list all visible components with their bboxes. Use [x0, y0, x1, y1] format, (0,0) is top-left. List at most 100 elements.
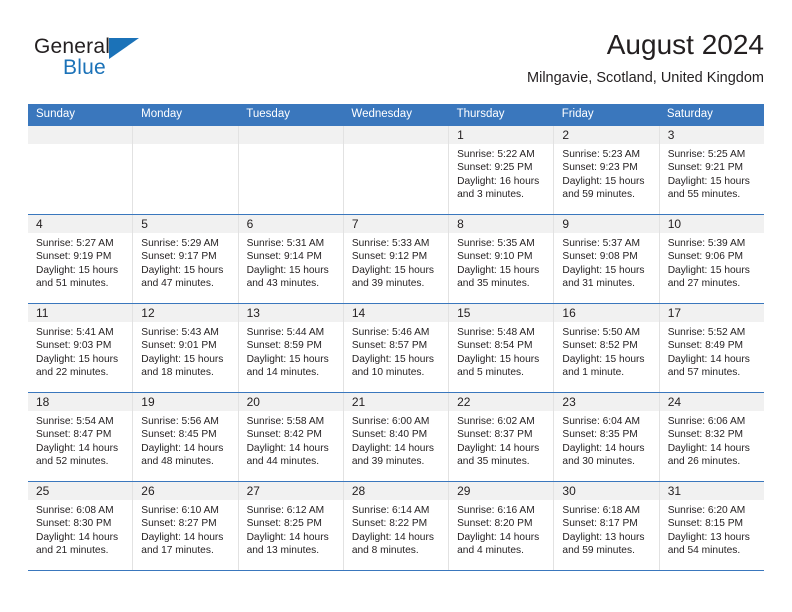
day-number: 10 — [667, 217, 682, 231]
sunrise-line: Sunrise: 5:31 AM — [246, 238, 325, 249]
day-number-band — [238, 126, 343, 144]
day-cell[interactable]: 16 Sunrise: 5:50 AM Sunset: 8:52 PM Dayl… — [554, 304, 660, 392]
day-number-band: 14 — [343, 304, 449, 322]
daylight-line-1: Daylight: 15 hours — [667, 264, 750, 276]
day-number: 23 — [562, 395, 576, 409]
day-number-band: 10 — [659, 215, 764, 233]
general-blue-logo[interactable]: General Blue — [34, 35, 214, 91]
day-cell[interactable]: 17 Sunrise: 5:52 AM Sunset: 8:49 PM Dayl… — [659, 304, 764, 392]
daylight-line-2: and 5 minutes. — [457, 367, 524, 379]
day-cell[interactable]: 11 Sunrise: 5:41 AM Sunset: 9:03 PM Dayl… — [28, 304, 134, 392]
day-number: 7 — [351, 217, 359, 231]
day-cell[interactable]: 31 Sunrise: 6:20 AM Sunset: 8:15 PM Dayl… — [659, 482, 764, 570]
sunrise-line: Sunrise: 5:43 AM — [141, 327, 219, 338]
day-details: Sunrise: 5:27 AM Sunset: 9:19 PM Dayligh… — [28, 233, 132, 291]
page-title: August 2024 — [606, 29, 764, 60]
day-number: 2 — [562, 128, 570, 142]
day-cell[interactable]: 13 Sunrise: 5:44 AM Sunset: 8:59 PM Dayl… — [238, 304, 344, 392]
sunset-line: Sunset: 8:42 PM — [246, 429, 322, 441]
day-details: Sunrise: 6:08 AM Sunset: 8:30 PM Dayligh… — [28, 500, 132, 558]
day-details: Sunrise: 5:54 AM Sunset: 8:47 PM Dayligh… — [28, 411, 132, 469]
day-cell[interactable] — [133, 126, 239, 214]
day-cell[interactable] — [343, 126, 450, 214]
day-cell[interactable]: 10 Sunrise: 5:39 AM Sunset: 9:06 PM Dayl… — [659, 215, 764, 303]
daylight-line-2: and 13 minutes. — [246, 545, 320, 557]
day-cell[interactable]: 2 Sunrise: 5:23 AM Sunset: 9:23 PM Dayli… — [554, 126, 660, 214]
day-number-band: 20 — [238, 393, 343, 411]
day-details: Sunrise: 5:37 AM Sunset: 9:08 PM Dayligh… — [554, 233, 658, 291]
daylight-line-1: Daylight: 15 hours — [351, 264, 434, 276]
daylight-line-2: and 27 minutes. — [667, 278, 741, 290]
logo-triangle-icon — [109, 38, 139, 59]
daylight-line-1: Daylight: 14 hours — [36, 531, 119, 543]
sunset-line: Sunset: 8:37 PM — [457, 429, 533, 441]
day-cell[interactable]: 28 Sunrise: 6:14 AM Sunset: 8:22 PM Dayl… — [343, 482, 450, 570]
day-cell[interactable]: 23 Sunrise: 6:04 AM Sunset: 8:35 PM Dayl… — [554, 393, 660, 481]
day-number: 31 — [667, 484, 682, 498]
daylight-line-1: Daylight: 14 hours — [457, 531, 540, 543]
sunrise-line: Sunrise: 5:23 AM — [562, 149, 640, 160]
sunset-line: Sunset: 9:19 PM — [36, 251, 112, 263]
daylight-line-1: Daylight: 13 hours — [667, 531, 750, 543]
sunset-line: Sunset: 9:03 PM — [36, 340, 112, 352]
day-details: Sunrise: 5:46 AM Sunset: 8:57 PM Dayligh… — [344, 322, 448, 380]
day-cell[interactable]: 8 Sunrise: 5:35 AM Sunset: 9:10 PM Dayli… — [449, 215, 555, 303]
day-cell[interactable]: 19 Sunrise: 5:56 AM Sunset: 8:45 PM Dayl… — [133, 393, 239, 481]
day-cell[interactable]: 25 Sunrise: 6:08 AM Sunset: 8:30 PM Dayl… — [28, 482, 134, 570]
day-cell[interactable]: 22 Sunrise: 6:02 AM Sunset: 8:37 PM Dayl… — [449, 393, 555, 481]
day-number-band: 1 — [449, 126, 554, 144]
day-cell[interactable]: 29 Sunrise: 6:16 AM Sunset: 8:20 PM Dayl… — [449, 482, 555, 570]
day-details: Sunrise: 6:12 AM Sunset: 8:25 PM Dayligh… — [239, 500, 343, 558]
sunrise-line: Sunrise: 5:54 AM — [36, 416, 114, 427]
daylight-line-2: and 44 minutes. — [246, 456, 320, 468]
day-details: Sunrise: 6:18 AM Sunset: 8:17 PM Dayligh… — [554, 500, 658, 558]
day-cell[interactable]: 9 Sunrise: 5:37 AM Sunset: 9:08 PM Dayli… — [554, 215, 660, 303]
sunrise-line: Sunrise: 5:41 AM — [36, 327, 114, 338]
day-number-band: 26 — [133, 482, 238, 500]
sunset-line: Sunset: 9:25 PM — [457, 162, 533, 174]
day-cell[interactable]: 3 Sunrise: 5:25 AM Sunset: 9:21 PM Dayli… — [659, 126, 764, 214]
day-cell[interactable]: 5 Sunrise: 5:29 AM Sunset: 9:17 PM Dayli… — [133, 215, 239, 303]
day-cell[interactable]: 7 Sunrise: 5:33 AM Sunset: 9:12 PM Dayli… — [343, 215, 450, 303]
daylight-line-2: and 47 minutes. — [141, 278, 214, 290]
day-details: Sunrise: 6:10 AM Sunset: 8:27 PM Dayligh… — [133, 500, 237, 558]
daylight-line-1: Daylight: 15 hours — [246, 353, 329, 365]
day-number: 15 — [457, 306, 471, 320]
week-row: 4 Sunrise: 5:27 AM Sunset: 9:19 PM Dayli… — [28, 214, 764, 303]
daylight-line-2: and 35 minutes. — [457, 278, 530, 290]
day-number-band: 23 — [554, 393, 659, 411]
day-cell[interactable]: 12 Sunrise: 5:43 AM Sunset: 9:01 PM Dayl… — [133, 304, 239, 392]
day-cell[interactable]: 24 Sunrise: 6:06 AM Sunset: 8:32 PM Dayl… — [659, 393, 764, 481]
day-number: 4 — [36, 217, 43, 231]
sunrise-line: Sunrise: 6:00 AM — [351, 416, 430, 427]
daylight-line-1: Daylight: 15 hours — [36, 353, 119, 365]
sunset-line: Sunset: 9:01 PM — [141, 340, 217, 352]
day-cell[interactable]: 27 Sunrise: 6:12 AM Sunset: 8:25 PM Dayl… — [238, 482, 344, 570]
daylight-line-2: and 43 minutes. — [246, 278, 320, 290]
day-cell[interactable]: 1 Sunrise: 5:22 AM Sunset: 9:25 PM Dayli… — [449, 126, 555, 214]
day-cell[interactable]: 26 Sunrise: 6:10 AM Sunset: 8:27 PM Dayl… — [133, 482, 239, 570]
day-number-band: 6 — [238, 215, 343, 233]
day-cell[interactable]: 30 Sunrise: 6:18 AM Sunset: 8:17 PM Dayl… — [554, 482, 660, 570]
day-cell[interactable]: 18 Sunrise: 5:54 AM Sunset: 8:47 PM Dayl… — [28, 393, 134, 481]
day-number-band: 18 — [28, 393, 133, 411]
day-cell[interactable] — [238, 126, 344, 214]
day-cell[interactable]: 21 Sunrise: 6:00 AM Sunset: 8:40 PM Dayl… — [343, 393, 450, 481]
day-cell[interactable]: 15 Sunrise: 5:48 AM Sunset: 8:54 PM Dayl… — [449, 304, 555, 392]
day-cell[interactable]: 4 Sunrise: 5:27 AM Sunset: 9:19 PM Dayli… — [28, 215, 134, 303]
day-cell[interactable] — [28, 126, 134, 214]
day-cell[interactable]: 6 Sunrise: 5:31 AM Sunset: 9:14 PM Dayli… — [238, 215, 344, 303]
sunrise-line: Sunrise: 5:27 AM — [36, 238, 114, 249]
daylight-line-2: and 26 minutes. — [667, 456, 741, 468]
week-row: 25 Sunrise: 6:08 AM Sunset: 8:30 PM Dayl… — [28, 481, 764, 570]
daylight-line-2: and 59 minutes. — [562, 189, 635, 201]
daylight-line-2: and 51 minutes. — [36, 278, 109, 290]
day-details: Sunrise: 5:44 AM Sunset: 8:59 PM Dayligh… — [239, 322, 343, 380]
weekday-monday: Monday — [141, 108, 183, 120]
day-cell[interactable]: 14 Sunrise: 5:46 AM Sunset: 8:57 PM Dayl… — [343, 304, 450, 392]
daylight-line-1: Daylight: 14 hours — [246, 442, 329, 454]
calendar-bottom-border — [28, 570, 764, 571]
day-cell[interactable]: 20 Sunrise: 5:58 AM Sunset: 8:42 PM Dayl… — [238, 393, 344, 481]
day-number-band: 17 — [659, 304, 764, 322]
calendar-page: General Blue August 2024 Milngavie, Scot… — [0, 0, 792, 612]
